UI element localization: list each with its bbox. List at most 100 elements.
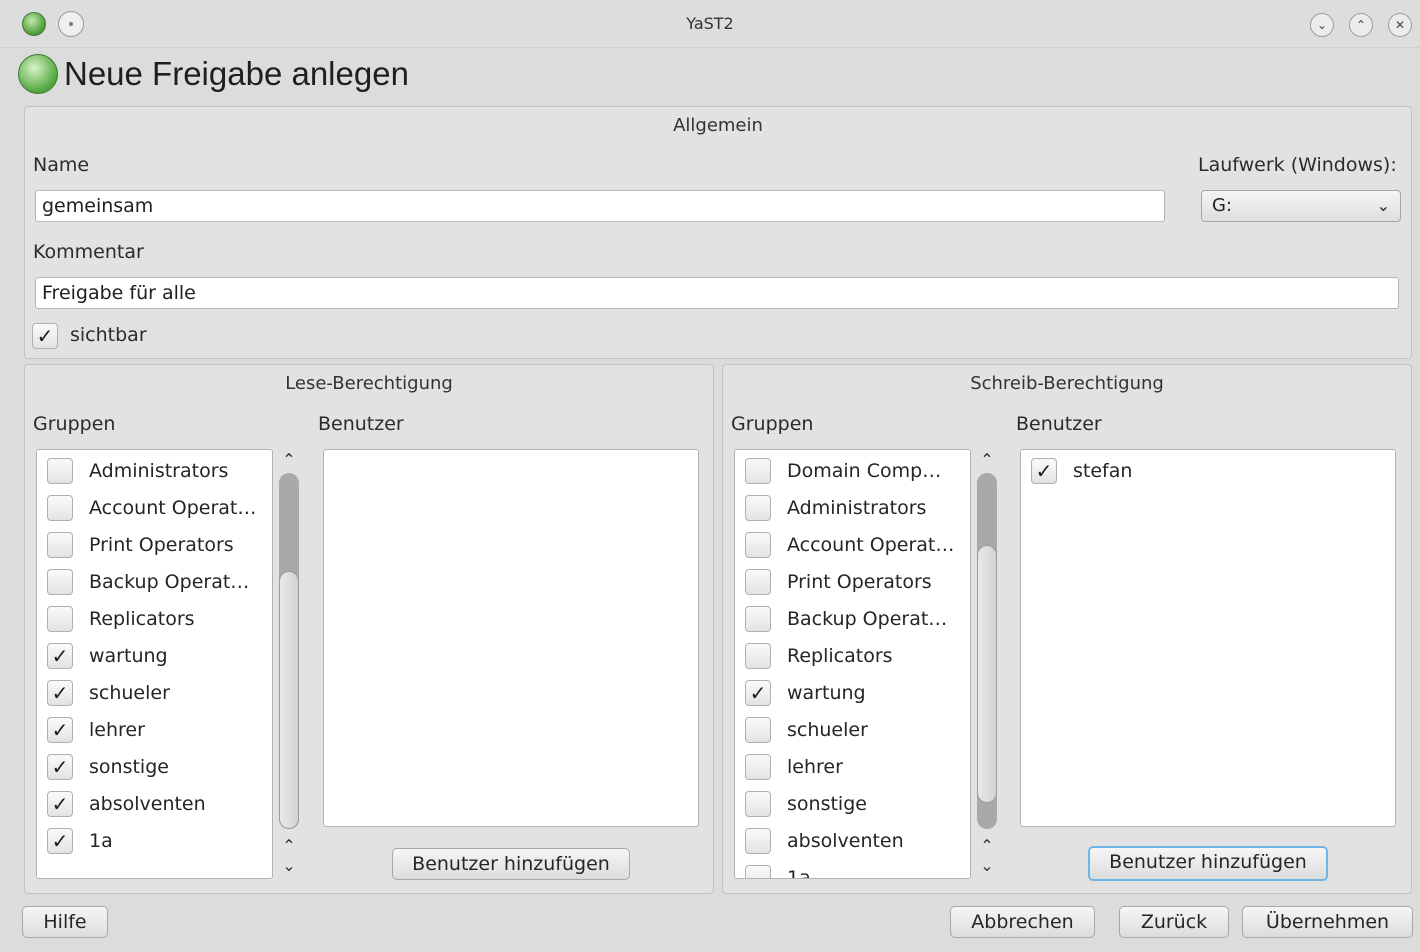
drive-select-value: G:: [1212, 195, 1233, 216]
item-label: absolventen: [89, 792, 206, 815]
item-checkbox[interactable]: ✓: [47, 642, 73, 669]
list-item[interactable]: schueler: [735, 711, 868, 748]
list-item[interactable]: ✓ 1a: [37, 822, 113, 859]
visible-checkbox[interactable]: ✓: [32, 323, 58, 349]
write-groups-scrollbar[interactable]: ⌃ ⌃ ⌄: [975, 449, 999, 879]
item-label: sonstige: [787, 792, 867, 815]
list-item[interactable]: Replicators: [735, 637, 893, 674]
list-item[interactable]: Backup Operat…: [37, 563, 249, 600]
item-checkbox[interactable]: ✓: [47, 790, 73, 817]
item-label: Administrators: [89, 459, 229, 482]
list-item[interactable]: Print Operators: [735, 563, 932, 600]
list-item[interactable]: Administrators: [37, 452, 228, 489]
window-title: YaST2: [686, 14, 734, 33]
list-item[interactable]: Print Operators: [37, 526, 234, 563]
item-label: Domain Comp…: [787, 459, 942, 482]
read-users-list[interactable]: [323, 449, 699, 827]
list-item[interactable]: Backup Operat…: [735, 600, 947, 637]
read-groups-scrollbar[interactable]: ⌃ ⌃ ⌄: [277, 449, 301, 879]
item-checkbox[interactable]: [47, 457, 73, 484]
list-item[interactable]: Account Operat…: [37, 489, 256, 526]
item-checkbox[interactable]: [745, 605, 771, 632]
item-checkbox[interactable]: [47, 605, 73, 632]
list-item[interactable]: Domain Comp…: [735, 452, 941, 489]
write-users-label: Benutzer: [1016, 413, 1102, 435]
close-icon[interactable]: ✕: [1388, 13, 1412, 37]
item-checkbox[interactable]: [745, 494, 771, 521]
item-checkbox[interactable]: [745, 531, 771, 558]
yast-window: YaST2 ⌄ ⌃ ✕ Neue Freigabe anlegen Allgem…: [0, 0, 1420, 952]
list-item[interactable]: ✓ schueler: [37, 674, 170, 711]
item-checkbox[interactable]: [745, 457, 771, 484]
page-header: Neue Freigabe anlegen: [18, 52, 409, 96]
item-label: Replicators: [787, 644, 893, 667]
scroll-down-icon[interactable]: ⌄: [975, 855, 999, 877]
name-field[interactable]: gemeinsam: [35, 190, 1165, 222]
list-item[interactable]: absolventen: [735, 822, 904, 859]
item-checkbox[interactable]: [47, 531, 73, 558]
item-checkbox[interactable]: [47, 494, 73, 521]
item-checkbox[interactable]: ✓: [745, 679, 771, 706]
item-label: wartung: [787, 681, 866, 704]
list-item[interactable]: ✓ wartung: [37, 637, 168, 674]
help-button[interactable]: Hilfe: [22, 906, 108, 938]
scroll-thumb[interactable]: [977, 545, 997, 803]
item-checkbox[interactable]: [745, 568, 771, 595]
list-item[interactable]: ✓ lehrer: [37, 711, 145, 748]
read-add-user-button[interactable]: Benutzer hinzufügen: [392, 848, 630, 880]
check-icon: ✓: [749, 680, 767, 705]
list-item[interactable]: Replicators: [37, 600, 195, 637]
item-checkbox[interactable]: [745, 753, 771, 780]
title-bar: YaST2 ⌄ ⌃ ✕: [0, 0, 1420, 48]
item-checkbox[interactable]: [745, 790, 771, 817]
maximize-icon[interactable]: ⌃: [1349, 13, 1373, 37]
scroll-up-icon[interactable]: ⌃: [975, 835, 999, 857]
check-icon: ✓: [1035, 458, 1053, 483]
scroll-down-icon[interactable]: ⌄: [277, 855, 301, 877]
list-item[interactable]: Administrators: [735, 489, 926, 526]
item-label: absolventen: [787, 829, 904, 852]
comment-field[interactable]: Freigabe für alle: [35, 277, 1399, 309]
drive-select[interactable]: G: ⌄: [1201, 190, 1401, 222]
write-frame-title: Schreib-Berechtigung: [970, 373, 1164, 394]
list-item[interactable]: 1a: [735, 859, 811, 878]
list-item[interactable]: ✓ stefan: [1021, 452, 1132, 489]
check-icon: ✓: [51, 717, 69, 742]
item-label: 1a: [89, 829, 113, 852]
item-checkbox[interactable]: [745, 864, 771, 878]
list-item[interactable]: ✓ sonstige: [37, 748, 169, 785]
scroll-up-icon[interactable]: ⌃: [277, 835, 301, 857]
list-item[interactable]: ✓ wartung: [735, 674, 866, 711]
apply-button[interactable]: Übernehmen: [1242, 906, 1413, 938]
read-groups-list[interactable]: Administrators Account Operat… Print Opera…: [36, 449, 273, 879]
item-checkbox[interactable]: ✓: [47, 753, 73, 780]
item-checkbox[interactable]: ✓: [47, 679, 73, 706]
write-users-list[interactable]: ✓ stefan: [1020, 449, 1396, 827]
check-icon: ✓: [51, 680, 69, 705]
list-item[interactable]: lehrer: [735, 748, 843, 785]
cancel-button[interactable]: Abbrechen: [950, 906, 1095, 938]
list-item[interactable]: sonstige: [735, 785, 867, 822]
minimize-icon[interactable]: ⌄: [1310, 13, 1334, 37]
list-item[interactable]: Account Operat…: [735, 526, 954, 563]
item-label: wartung: [89, 644, 168, 667]
scroll-thumb[interactable]: [279, 571, 299, 829]
general-frame-title: Allgemein: [673, 115, 763, 136]
scroll-up-icon[interactable]: ⌃: [975, 449, 999, 471]
scroll-up-icon[interactable]: ⌃: [277, 449, 301, 471]
item-checkbox[interactable]: ✓: [47, 827, 73, 854]
write-add-user-button[interactable]: Benutzer hinzufügen: [1088, 846, 1328, 881]
back-button[interactable]: Zurück: [1119, 906, 1229, 938]
list-item[interactable]: ✓ absolventen: [37, 785, 206, 822]
item-checkbox[interactable]: ✓: [1031, 457, 1057, 484]
item-checkbox[interactable]: ✓: [47, 716, 73, 743]
item-checkbox[interactable]: [745, 827, 771, 854]
drive-label: Laufwerk (Windows):: [1198, 154, 1397, 176]
write-groups-list[interactable]: Domain Comp… Administrators Account Operat…: [734, 449, 971, 879]
item-checkbox[interactable]: [47, 568, 73, 595]
check-icon: ✓: [51, 828, 69, 853]
item-checkbox[interactable]: [745, 716, 771, 743]
item-label: lehrer: [787, 755, 843, 778]
item-checkbox[interactable]: [745, 642, 771, 669]
page-title: Neue Freigabe anlegen: [64, 55, 409, 92]
